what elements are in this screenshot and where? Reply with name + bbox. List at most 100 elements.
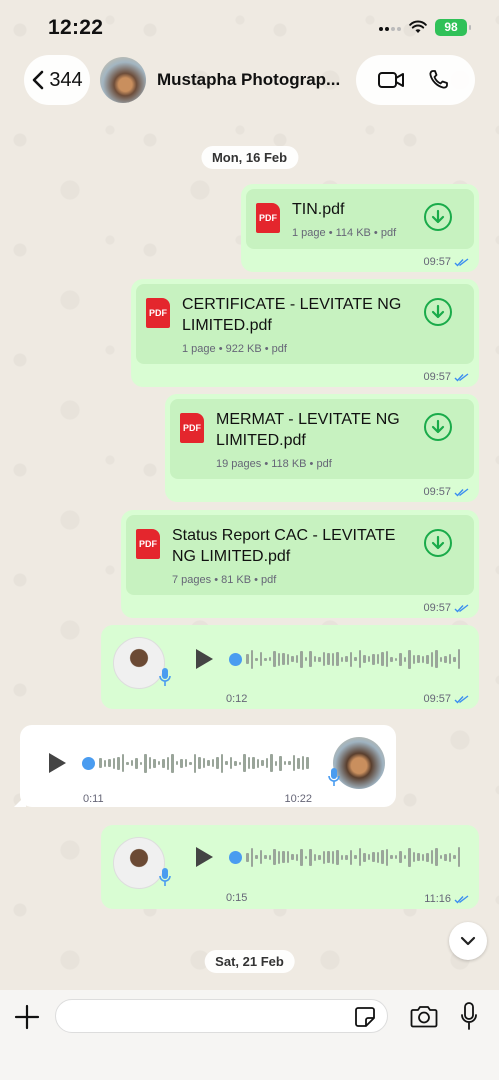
document-title: CERTIFICATE - LEVITATE NG LIMITED.pdf bbox=[182, 296, 402, 334]
sticker-icon[interactable] bbox=[354, 1006, 376, 1028]
voice-duration: 0:15 bbox=[226, 892, 248, 904]
waveform-bar bbox=[336, 849, 339, 865]
document-message[interactable]: PDF TIN.pdf 1 page • 114 KB • pdf 09:57 bbox=[241, 184, 479, 272]
waveform-bar bbox=[367, 656, 370, 662]
scroll-to-bottom-button[interactable] bbox=[449, 922, 487, 960]
back-button[interactable]: 344 bbox=[24, 55, 90, 105]
waveform-bar bbox=[363, 655, 366, 663]
waveform-bar bbox=[421, 655, 424, 663]
voice-message[interactable]: 0:12 09:57 bbox=[101, 625, 479, 709]
play-icon[interactable] bbox=[46, 751, 68, 775]
waveform-bar bbox=[426, 852, 429, 862]
chevron-down-icon bbox=[460, 936, 476, 946]
time-label: 09:57 bbox=[423, 693, 451, 705]
waveform-bar bbox=[283, 761, 286, 765]
waveform-bar bbox=[403, 656, 406, 662]
waveform-bar bbox=[99, 758, 102, 768]
waveform-bar bbox=[265, 758, 268, 768]
waveform-bar bbox=[121, 754, 124, 772]
waveform-bar bbox=[282, 851, 285, 863]
document-meta: 7 pages • 81 KB • pdf bbox=[172, 574, 277, 586]
waveform-bar bbox=[277, 850, 280, 864]
audio-waveform[interactable] bbox=[82, 751, 310, 775]
waveform-bar bbox=[408, 649, 411, 669]
playback-knob[interactable] bbox=[229, 652, 242, 666]
waveform-bar bbox=[207, 760, 210, 766]
microphone-icon[interactable] bbox=[460, 1001, 478, 1031]
download-icon bbox=[431, 304, 445, 319]
playback-knob[interactable] bbox=[229, 850, 242, 864]
waveform-bar bbox=[448, 654, 451, 664]
waveform-bar bbox=[403, 855, 406, 859]
waveform-bar bbox=[198, 757, 201, 769]
waveform-bar bbox=[457, 649, 460, 669]
waveform-bar bbox=[268, 657, 271, 661]
message-timestamp: 09:57 bbox=[423, 256, 469, 268]
phone-icon[interactable] bbox=[426, 69, 454, 91]
plus-icon[interactable] bbox=[14, 1004, 40, 1030]
download-button[interactable] bbox=[424, 529, 452, 557]
waveform-bar bbox=[130, 760, 133, 766]
status-bar: 12:22 98 bbox=[0, 0, 499, 52]
waveform-bar bbox=[444, 853, 447, 861]
waveform-bar bbox=[157, 761, 160, 765]
waveform-bar bbox=[381, 652, 384, 666]
document-card[interactable]: PDF MERMAT - LEVITATE NG LIMITED.pdf 19 … bbox=[170, 399, 474, 479]
message-timestamp: 10:22 bbox=[284, 793, 312, 805]
read-receipt-icon bbox=[454, 257, 469, 267]
playback-knob[interactable] bbox=[82, 756, 95, 770]
waveform-bar bbox=[250, 847, 253, 867]
download-button[interactable] bbox=[424, 413, 452, 441]
waveform-bar bbox=[309, 651, 312, 667]
document-card[interactable]: PDF TIN.pdf 1 page • 114 KB • pdf bbox=[246, 189, 474, 249]
document-message[interactable]: PDF Status Report CAC - LEVITATE NG LIMI… bbox=[121, 510, 479, 618]
waveform-bar bbox=[421, 853, 424, 861]
contact-avatar[interactable] bbox=[100, 57, 146, 103]
play-icon[interactable] bbox=[193, 845, 215, 869]
download-button[interactable] bbox=[424, 203, 452, 231]
voice-message[interactable]: 0:15 11:16 bbox=[101, 825, 479, 909]
voice-message[interactable]: 0:11 10:22 bbox=[20, 725, 396, 807]
waveform-bar bbox=[412, 654, 415, 664]
download-icon bbox=[431, 419, 445, 434]
waveform-bar bbox=[399, 652, 402, 666]
waveform-bar bbox=[435, 848, 438, 866]
waveform-bar bbox=[376, 851, 379, 863]
audio-waveform[interactable] bbox=[229, 845, 461, 869]
waveform-bar bbox=[238, 761, 241, 765]
microphone-icon bbox=[328, 768, 340, 786]
video-call-icon[interactable] bbox=[377, 69, 405, 91]
document-message[interactable]: PDF CERTIFICATE - LEVITATE NG LIMITED.pd… bbox=[131, 279, 479, 387]
contact-name[interactable]: Mustapha Photograp... bbox=[157, 70, 340, 90]
document-card[interactable]: PDF CERTIFICATE - LEVITATE NG LIMITED.pd… bbox=[136, 284, 474, 364]
waveform-bar bbox=[394, 657, 397, 661]
microphone-icon bbox=[159, 868, 171, 886]
audio-waveform[interactable] bbox=[229, 647, 461, 671]
waveform-bar bbox=[345, 854, 348, 860]
time-label: 09:57 bbox=[423, 256, 451, 268]
waveform-bar bbox=[327, 653, 330, 665]
waveform-bar bbox=[453, 855, 456, 859]
play-icon[interactable] bbox=[193, 647, 215, 671]
waveform-bar bbox=[327, 851, 330, 863]
message-input[interactable] bbox=[55, 999, 388, 1033]
message-timestamp: 09:57 bbox=[423, 486, 469, 498]
waveform-bar bbox=[457, 847, 460, 867]
waveform-bar bbox=[439, 855, 442, 859]
document-card[interactable]: PDF Status Report CAC - LEVITATE NG LIMI… bbox=[126, 515, 474, 595]
waveform-bar bbox=[255, 657, 258, 661]
cellular-signal-icon bbox=[379, 27, 401, 31]
sender-avatar bbox=[113, 837, 165, 889]
waveform-bar bbox=[216, 757, 219, 769]
waveform-bar bbox=[264, 657, 267, 661]
camera-icon[interactable] bbox=[410, 1003, 438, 1029]
waveform-bar bbox=[288, 761, 291, 765]
waveform-bar bbox=[246, 852, 249, 862]
waveform-bar bbox=[390, 855, 393, 859]
document-message[interactable]: PDF MERMAT - LEVITATE NG LIMITED.pdf 19 … bbox=[165, 394, 479, 502]
waveform-bar bbox=[255, 855, 258, 859]
download-button[interactable] bbox=[424, 298, 452, 326]
pdf-icon: PDF bbox=[256, 203, 280, 233]
pdf-icon: PDF bbox=[136, 529, 160, 559]
read-receipt-icon bbox=[454, 372, 469, 382]
